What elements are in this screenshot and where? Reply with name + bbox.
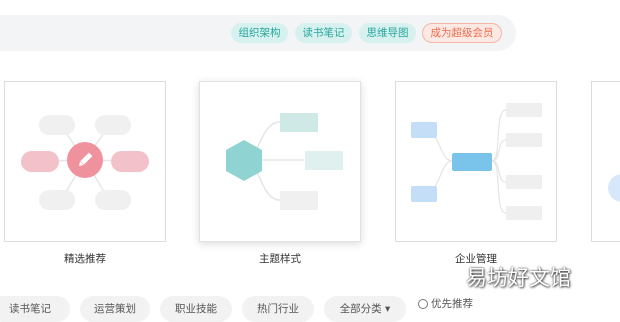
pencil-icon bbox=[78, 152, 93, 167]
become-vip-button[interactable]: 成为超级会员 bbox=[422, 23, 502, 43]
tag-mind-map[interactable]: 思维导图 bbox=[359, 23, 416, 43]
template-card-enterprise[interactable] bbox=[395, 81, 557, 242]
enterprise-mindmap-thumbnail bbox=[411, 103, 542, 220]
tag-org-chart[interactable]: 组织架构 bbox=[231, 23, 288, 43]
template-card-featured[interactable] bbox=[4, 81, 166, 242]
template-label-theme-style: 主题样式 bbox=[259, 253, 301, 265]
template-card-partial[interactable] bbox=[591, 81, 620, 242]
radio-circle-icon[interactable] bbox=[418, 299, 428, 309]
tag-reading-notes[interactable]: 读书笔记 bbox=[295, 23, 352, 43]
filter-all-categories-dropdown[interactable]: 全部分类 ▾ bbox=[324, 296, 406, 322]
template-card-theme-style[interactable] bbox=[199, 81, 361, 242]
filter-chip-hot-industries[interactable]: 热门行业 bbox=[242, 296, 314, 322]
filter-chip-career-skills[interactable]: 职业技能 bbox=[160, 296, 232, 322]
template-label-featured: 精选推荐 bbox=[64, 253, 106, 265]
filter-chip-operations[interactable]: 运营策划 bbox=[80, 296, 150, 322]
priority-radio[interactable]: 优先推荐 bbox=[418, 296, 473, 316]
partial-thumbnail bbox=[608, 174, 620, 202]
priority-radio-label: 优先推荐 bbox=[431, 298, 473, 310]
theme-mindmap-thumbnail bbox=[226, 113, 343, 210]
watermark: 易坊好文馆 bbox=[466, 266, 571, 290]
filter-chip-reading-notes[interactable]: 读书笔记 bbox=[0, 296, 70, 322]
